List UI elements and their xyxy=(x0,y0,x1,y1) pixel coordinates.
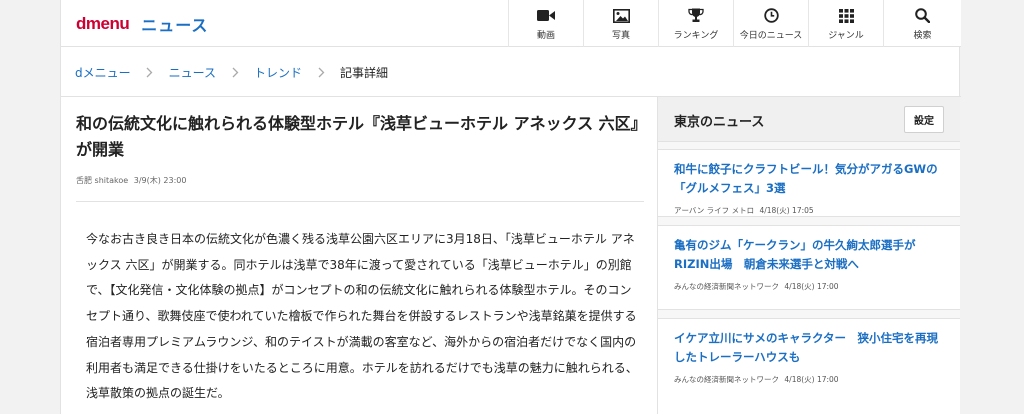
divider xyxy=(76,201,644,202)
news-item-title[interactable]: 和牛に餃子にクラフトビール！気分がアガるGWの「グルメフェス」3選 xyxy=(674,160,944,198)
nav-photo[interactable]: 写真 xyxy=(583,0,658,47)
sidebar: 東京のニュース 設定 和牛に餃子にクラフトビール！気分がアガるGWの「グルメフェ… xyxy=(658,97,960,414)
news-item-source: アーバン ライフ メトロ xyxy=(674,206,755,215)
news-item-source: みんなの経済新聞ネットワーク xyxy=(674,375,779,384)
news-item-meta: アーバン ライフ メトロ 4/18(火) 17:05 xyxy=(674,205,944,216)
breadcrumb: dメニュー ニュース トレンド 記事詳細 xyxy=(61,48,961,97)
photo-icon xyxy=(610,7,632,25)
chevron-right-icon xyxy=(216,67,254,78)
article: 和の伝統文化に触れられる体験型ホテル『浅草ビューホテル アネックス 六区』が開業… xyxy=(61,97,658,414)
site-header: dmenu ニュース 動画 写真 ランキング 今日のニュース ジャンル 検索 xyxy=(61,0,961,47)
news-item-source: みんなの経済新聞ネットワーク xyxy=(674,282,779,291)
clock-icon xyxy=(760,7,782,25)
article-byline: 舌肥 shitakoe 3/9(木) 23:00 xyxy=(76,175,189,186)
article-author[interactable]: 舌肥 shitakoe xyxy=(76,176,128,185)
news-item-date: 4/18(火) 17:00 xyxy=(784,375,839,384)
nav-today-news[interactable]: 今日のニュース xyxy=(733,0,808,47)
news-item-title[interactable]: 亀有のジム「ケークラン」の牛久絢太郎選手がRIZIN出場 朝倉未来選手と対戦へ xyxy=(674,236,944,274)
nav-label: 検索 xyxy=(913,30,932,41)
trophy-icon xyxy=(685,7,707,25)
article-title: 和の伝統文化に触れられる体験型ホテル『浅草ビューホテル アネックス 六区』が開業 xyxy=(76,114,639,159)
sidebar-news-item[interactable]: 亀有のジム「ケークラン」の牛久絢太郎選手がRIZIN出場 朝倉未来選手と対戦へ … xyxy=(658,225,960,310)
news-item-date: 4/18(火) 17:05 xyxy=(759,206,814,215)
header-nav: 動画 写真 ランキング 今日のニュース ジャンル 検索 xyxy=(508,0,961,47)
search-icon xyxy=(912,7,934,25)
news-item-title[interactable]: イケア立川にサメのキャラクター 狭小住宅を再現したトレーラーハウスも xyxy=(674,329,944,367)
nav-search[interactable]: 検索 xyxy=(883,0,961,47)
sidebar-news-item[interactable]: イケア立川にサメのキャラクター 狭小住宅を再現したトレーラーハウスも みんなの経… xyxy=(658,318,960,414)
grid-icon xyxy=(835,7,857,25)
nav-label: 今日のニュース xyxy=(739,30,803,41)
breadcrumb-dmenu[interactable]: dメニュー xyxy=(75,64,131,81)
chevron-right-icon xyxy=(131,67,169,78)
video-icon xyxy=(535,7,557,25)
sidebar-header: 東京のニュース 設定 xyxy=(658,97,960,142)
nav-genre[interactable]: ジャンル xyxy=(808,0,883,47)
site-logo[interactable]: dmenu ニュース xyxy=(76,12,208,36)
nav-video[interactable]: 動画 xyxy=(508,0,583,47)
sidebar-news-item[interactable]: 和牛に餃子にクラフトビール！気分がアガるGWの「グルメフェス」3選 アーバン ラ… xyxy=(658,149,960,217)
news-item-meta: みんなの経済新聞ネットワーク 4/18(火) 17:00 xyxy=(674,281,944,292)
page: dmenu ニュース 動画 写真 ランキング 今日のニュース ジャンル 検索 d… xyxy=(60,0,961,414)
sidebar-title: 東京のニュース xyxy=(674,115,765,130)
nav-label: ジャンル xyxy=(828,30,864,41)
nav-ranking[interactable]: ランキング xyxy=(658,0,733,47)
nav-label: ランキング xyxy=(673,30,719,41)
article-body: 今なお古き良き日本の伝統文化が色濃く残る浅草公園六区エリアに3月18日、「浅草ビ… xyxy=(86,232,638,401)
chevron-right-icon xyxy=(302,67,340,78)
news-item-meta: みんなの経済新聞ネットワーク 4/18(火) 17:00 xyxy=(674,374,944,385)
settings-button[interactable]: 設定 xyxy=(904,106,944,133)
nav-label: 写真 xyxy=(611,30,630,41)
dmenu-logo[interactable]: dmenu xyxy=(76,14,130,34)
breadcrumb-current: 記事詳細 xyxy=(340,65,389,80)
news-item-date: 4/18(火) 17:00 xyxy=(784,282,839,291)
breadcrumb-news[interactable]: ニュース xyxy=(169,64,216,81)
news-section-title[interactable]: ニュース xyxy=(141,12,208,36)
nav-label: 動画 xyxy=(536,30,555,41)
article-date: 3/9(木) 23:00 xyxy=(133,176,187,185)
breadcrumb-trend[interactable]: トレンド xyxy=(254,64,302,81)
